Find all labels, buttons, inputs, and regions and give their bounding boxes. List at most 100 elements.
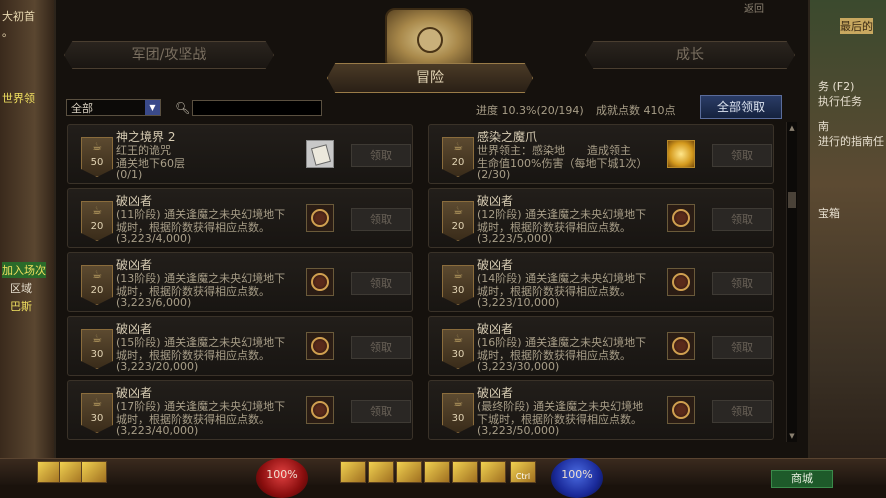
- achievement-progress: (3,223/50,000): [477, 424, 560, 437]
- trophy-badge: ☕ 30: [81, 329, 113, 369]
- tab-legion-siege[interactable]: 军团/攻坚战: [64, 41, 274, 69]
- achievement-card: ☕ 30 破凶者 (17阶段) 通关逢魔之未央幻境地下 城时，根据阶数获得相应点数。 (3…: [67, 380, 413, 440]
- skill-slot-1[interactable]: [340, 461, 366, 483]
- right-banner: 最后的: [840, 18, 873, 34]
- search-icon[interactable]: 🔍︎: [175, 101, 190, 115]
- task-subtitle[interactable]: 执行任务: [818, 93, 862, 109]
- treasure-box-label: 宝箱: [818, 207, 840, 220]
- task-title[interactable]: 务 (F2): [818, 78, 854, 94]
- badge-points: 30: [451, 413, 465, 424]
- achievement-card: ☕ 30 破凶者 (15阶段) 通关逢魔之未央幻境地下 城时，根据阶数获得相应点数。 (3…: [67, 316, 413, 376]
- claim-all-button[interactable]: 全部领取: [700, 95, 782, 119]
- trophy-icon: ☕: [92, 204, 102, 217]
- skill-slot-6[interactable]: [480, 461, 506, 483]
- reward-emblem-icon[interactable]: [306, 204, 334, 232]
- filter-select[interactable]: 全部 ▼: [66, 99, 161, 116]
- trophy-badge: ☕ 20: [442, 137, 474, 177]
- badge-points: 30: [90, 349, 104, 360]
- claim-button[interactable]: 领取: [712, 272, 772, 295]
- trophy-icon: ☕: [92, 396, 102, 409]
- scroll-up-icon[interactable]: ▲: [787, 124, 797, 132]
- achievement-progress: (3,223/4,000): [116, 232, 192, 245]
- tab-growth[interactable]: 成长: [585, 41, 795, 69]
- achievement-card: ☕ 20 破凶者 (12阶段) 通关逢魔之未央幻境地下 城时，根据阶数获得相应点数。 (3…: [428, 188, 774, 248]
- reward-emblem-icon[interactable]: [667, 204, 695, 232]
- claim-button[interactable]: 领取: [351, 144, 411, 167]
- reward-emblem-icon[interactable]: [306, 396, 334, 424]
- achievement-card: ☕ 20 感染之魔爪 世界领主：感染地 造成领主 生命值100%伤害（每地下城1次） (2…: [428, 124, 774, 184]
- achievement-progress: (3,223/40,000): [116, 424, 199, 437]
- hp-orb: 100%: [256, 458, 308, 498]
- achievement-card: ☕ 20 破凶者 (11阶段) 通关逢魔之未央幻境地下 城时，根据阶数获得相应点数。 (3…: [67, 188, 413, 248]
- compass-icon: [417, 27, 443, 53]
- scroll-down-icon[interactable]: ▼: [787, 432, 797, 440]
- claim-button[interactable]: 领取: [351, 208, 411, 231]
- tab-adventure[interactable]: 冒险: [327, 63, 533, 93]
- trophy-badge: ☕ 30: [442, 265, 474, 305]
- trophy-badge: ☕ 50: [81, 137, 113, 177]
- left-chat-line-4: 加入场次: [2, 262, 46, 278]
- badge-points: 20: [451, 157, 465, 168]
- scroll-emblem: [385, 8, 473, 70]
- trophy-icon: ☕: [92, 332, 102, 345]
- reward-scroll-icon[interactable]: [306, 140, 334, 168]
- skill-slot-ctrl[interactable]: Ctrl: [510, 461, 536, 483]
- badge-points: 30: [90, 413, 104, 424]
- claim-button[interactable]: 领取: [712, 400, 772, 423]
- claim-button[interactable]: 领取: [712, 336, 772, 359]
- reward-gold-icon[interactable]: [667, 140, 695, 168]
- reward-emblem-icon[interactable]: [667, 396, 695, 424]
- chevron-down-icon[interactable]: ▼: [145, 100, 160, 115]
- progress-text: 进度 10.3%(20/194): [476, 104, 584, 117]
- reward-emblem-icon[interactable]: [667, 332, 695, 360]
- reward-emblem-icon[interactable]: [306, 332, 334, 360]
- trophy-badge: ☕ 20: [81, 265, 113, 305]
- skill-slot-5[interactable]: [452, 461, 478, 483]
- badge-points: 20: [90, 221, 104, 232]
- achievement-progress: (3,223/30,000): [477, 360, 560, 373]
- claim-button[interactable]: 领取: [712, 208, 772, 231]
- skill-slot-2[interactable]: [368, 461, 394, 483]
- filter-value: 全部: [71, 102, 93, 115]
- claim-button[interactable]: 领取: [351, 336, 411, 359]
- trophy-badge: ☕ 30: [442, 329, 474, 369]
- trophy-icon: ☕: [453, 396, 463, 409]
- trophy-badge: ☕ 20: [81, 201, 113, 241]
- left-chat-line-3: 世界领: [2, 92, 35, 105]
- quick-slot-3[interactable]: [81, 461, 107, 483]
- achievement-card: ☕ 50 神之境界 2 红王的诡咒 通关地下60层 (0/1) 领取: [67, 124, 413, 184]
- guide-subtitle[interactable]: 进行的指南任: [818, 133, 884, 149]
- trophy-icon: ☕: [453, 332, 463, 345]
- reward-emblem-icon[interactable]: [306, 268, 334, 296]
- trophy-badge: ☕ 20: [442, 201, 474, 241]
- skill-slot-4[interactable]: [424, 461, 450, 483]
- left-game-scene: [0, 0, 58, 460]
- skill-slot-3[interactable]: [396, 461, 422, 483]
- back-link[interactable]: 返回: [744, 0, 764, 15]
- trophy-icon: ☕: [453, 204, 463, 217]
- claim-button[interactable]: 领取: [351, 400, 411, 423]
- shop-button[interactable]: 商城: [771, 470, 833, 488]
- achievement-card: ☕ 20 破凶者 (13阶段) 通关逢魔之未央幻境地下 城时，根据阶数获得相应点数。 (3…: [67, 252, 413, 312]
- claim-button[interactable]: 领取: [351, 272, 411, 295]
- scroll-thumb[interactable]: [788, 192, 796, 208]
- trophy-icon: ☕: [92, 268, 102, 281]
- left-chat-line-1: 大初首: [2, 10, 35, 23]
- search-input[interactable]: [192, 100, 322, 116]
- list-scrollbar[interactable]: ▲ ▼: [786, 122, 797, 442]
- right-game-scene: [805, 0, 886, 460]
- claim-button[interactable]: 领取: [712, 144, 772, 167]
- trophy-badge: ☕ 30: [81, 393, 113, 433]
- reward-emblem-icon[interactable]: [667, 268, 695, 296]
- left-chat-line-2: 。: [2, 26, 13, 39]
- badge-points: 30: [451, 285, 465, 296]
- trophy-icon: ☕: [92, 140, 102, 153]
- achievement-progress: (3,223/10,000): [477, 296, 560, 309]
- achievement-card: ☕ 30 破凶者 (最终阶段) 通关逢魔之未央幻境地 下城时，根据阶数获得相应点数。 (3…: [428, 380, 774, 440]
- achievement-card: ☕ 30 破凶者 (16阶段) 通关逢魔之未央幻境地下 城时，根据阶数获得相应点数。 (3…: [428, 316, 774, 376]
- badge-points: 20: [90, 285, 104, 296]
- guide-title[interactable]: 南: [818, 118, 829, 134]
- badge-points: 30: [451, 349, 465, 360]
- badge-points: 20: [451, 221, 465, 232]
- achievement-progress: (3,223/20,000): [116, 360, 199, 373]
